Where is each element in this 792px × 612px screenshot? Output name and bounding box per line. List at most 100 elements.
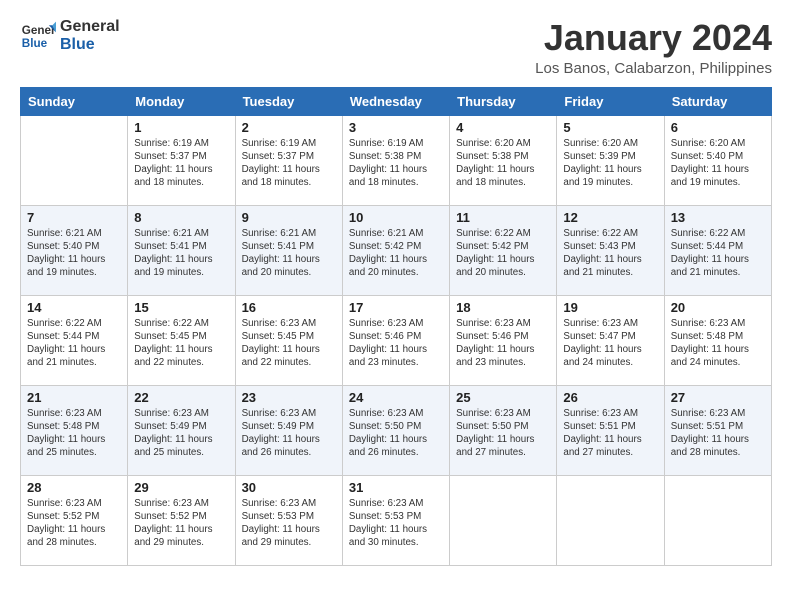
day-number: 26 — [563, 390, 657, 405]
logo-general: General — [60, 18, 120, 36]
location: Los Banos, Calabarzon, Philippines — [535, 60, 772, 77]
day-info: Sunrise: 6:23 AMSunset: 5:51 PMDaylight:… — [563, 407, 657, 460]
title-block: January 2024 Los Banos, Calabarzon, Phil… — [535, 18, 772, 77]
day-number: 15 — [134, 300, 228, 315]
day-info: Sunrise: 6:23 AMSunset: 5:52 PMDaylight:… — [27, 497, 121, 550]
day-cell: 30Sunrise: 6:23 AMSunset: 5:53 PMDayligh… — [235, 475, 342, 565]
day-number: 18 — [456, 300, 550, 315]
day-info: Sunrise: 6:22 AMSunset: 5:44 PMDaylight:… — [671, 227, 765, 280]
day-cell — [664, 475, 771, 565]
day-info: Sunrise: 6:23 AMSunset: 5:53 PMDaylight:… — [242, 497, 336, 550]
day-info: Sunrise: 6:22 AMSunset: 5:42 PMDaylight:… — [456, 227, 550, 280]
day-number: 1 — [134, 120, 228, 135]
logo: General Blue General Blue — [20, 18, 120, 54]
day-info: Sunrise: 6:19 AMSunset: 5:38 PMDaylight:… — [349, 137, 443, 190]
day-cell: 15Sunrise: 6:22 AMSunset: 5:45 PMDayligh… — [128, 295, 235, 385]
day-number: 12 — [563, 210, 657, 225]
svg-text:Blue: Blue — [22, 37, 48, 50]
day-number: 16 — [242, 300, 336, 315]
day-number: 4 — [456, 120, 550, 135]
day-info: Sunrise: 6:21 AMSunset: 5:41 PMDaylight:… — [242, 227, 336, 280]
col-header-friday: Friday — [557, 87, 664, 115]
day-number: 22 — [134, 390, 228, 405]
day-info: Sunrise: 6:22 AMSunset: 5:43 PMDaylight:… — [563, 227, 657, 280]
day-info: Sunrise: 6:20 AMSunset: 5:39 PMDaylight:… — [563, 137, 657, 190]
day-number: 13 — [671, 210, 765, 225]
day-info: Sunrise: 6:23 AMSunset: 5:47 PMDaylight:… — [563, 317, 657, 370]
day-cell: 25 Sunrise: 6:23 AMSunset: 5:50 PMDayligh… — [450, 385, 557, 475]
day-number: 23 — [242, 390, 336, 405]
day-number: 24 — [349, 390, 443, 405]
day-cell: 3 Sunrise: 6:19 AMSunset: 5:38 PMDaylight… — [342, 115, 449, 205]
day-info: Sunrise: 6:23 AMSunset: 5:50 PMDaylight:… — [349, 407, 443, 460]
day-cell: 6 Sunrise: 6:20 AMSunset: 5:40 PMDaylight… — [664, 115, 771, 205]
day-cell: 4 Sunrise: 6:20 AMSunset: 5:38 PMDaylight… — [450, 115, 557, 205]
day-cell — [21, 115, 128, 205]
day-cell: 28 Sunrise: 6:23 AMSunset: 5:52 PMDayligh… — [21, 475, 128, 565]
day-cell: 7 Sunrise: 6:21 AMSunset: 5:40 PMDaylight… — [21, 205, 128, 295]
day-number: 17 — [349, 300, 443, 315]
day-cell: 23 Sunrise: 6:23 AMSunset: 5:49 PMDayligh… — [235, 385, 342, 475]
day-number: 14 — [27, 300, 121, 315]
day-info: Sunrise: 6:23 AMSunset: 5:50 PMDaylight:… — [456, 407, 550, 460]
day-info: Sunrise: 6:20 AMSunset: 5:38 PMDaylight:… — [456, 137, 550, 190]
logo-blue: Blue — [60, 36, 120, 54]
day-info: Sunrise: 6:21 AMSunset: 5:40 PMDaylight:… — [27, 227, 121, 280]
col-header-saturday: Saturday — [664, 87, 771, 115]
day-info: Sunrise: 6:20 AMSunset: 5:40 PMDaylight:… — [671, 137, 765, 190]
col-header-tuesday: Tuesday — [235, 87, 342, 115]
day-number: 31 — [349, 480, 443, 495]
day-number: 27 — [671, 390, 765, 405]
day-cell: 20 Sunrise: 6:23 AMSunset: 5:48 PMDayligh… — [664, 295, 771, 385]
day-info: Sunrise: 6:23 AMSunset: 5:48 PMDaylight:… — [27, 407, 121, 460]
day-number: 11 — [456, 210, 550, 225]
day-info: Sunrise: 6:23 AMSunset: 5:46 PMDaylight:… — [456, 317, 550, 370]
day-number: 25 — [456, 390, 550, 405]
day-number: 7 — [27, 210, 121, 225]
day-cell: 12 Sunrise: 6:22 AMSunset: 5:43 PMDayligh… — [557, 205, 664, 295]
day-info: Sunrise: 6:21 AMSunset: 5:41 PMDaylight:… — [134, 227, 228, 280]
week-row-3: 14Sunrise: 6:22 AMSunset: 5:44 PMDayligh… — [21, 295, 772, 385]
day-number: 3 — [349, 120, 443, 135]
col-header-monday: Monday — [128, 87, 235, 115]
day-number: 29 — [134, 480, 228, 495]
day-number: 6 — [671, 120, 765, 135]
day-info: Sunrise: 6:23 AMSunset: 5:46 PMDaylight:… — [349, 317, 443, 370]
col-header-sunday: Sunday — [21, 87, 128, 115]
day-cell: 5Sunrise: 6:20 AMSunset: 5:39 PMDaylight… — [557, 115, 664, 205]
page: General Blue General Blue January 2024 L… — [0, 0, 792, 612]
day-info: Sunrise: 6:19 AMSunset: 5:37 PMDaylight:… — [242, 137, 336, 190]
calendar-table: SundayMondayTuesdayWednesdayThursdayFrid… — [20, 87, 772, 566]
day-cell: 14Sunrise: 6:22 AMSunset: 5:44 PMDayligh… — [21, 295, 128, 385]
week-row-2: 7 Sunrise: 6:21 AMSunset: 5:40 PMDaylight… — [21, 205, 772, 295]
col-header-wednesday: Wednesday — [342, 87, 449, 115]
day-info: Sunrise: 6:23 AMSunset: 5:48 PMDaylight:… — [671, 317, 765, 370]
day-number: 10 — [349, 210, 443, 225]
logo-icon: General Blue — [20, 18, 56, 54]
day-number: 2 — [242, 120, 336, 135]
day-info: Sunrise: 6:21 AMSunset: 5:42 PMDaylight:… — [349, 227, 443, 280]
day-cell: 18 Sunrise: 6:23 AMSunset: 5:46 PMDayligh… — [450, 295, 557, 385]
day-number: 8 — [134, 210, 228, 225]
day-cell: 27Sunrise: 6:23 AMSunset: 5:51 PMDayligh… — [664, 385, 771, 475]
day-number: 28 — [27, 480, 121, 495]
day-number: 20 — [671, 300, 765, 315]
week-row-5: 28 Sunrise: 6:23 AMSunset: 5:52 PMDayligh… — [21, 475, 772, 565]
day-number: 9 — [242, 210, 336, 225]
day-cell: 8 Sunrise: 6:21 AMSunset: 5:41 PMDaylight… — [128, 205, 235, 295]
day-cell — [450, 475, 557, 565]
day-info: Sunrise: 6:23 AMSunset: 5:45 PMDaylight:… — [242, 317, 336, 370]
day-number: 21 — [27, 390, 121, 405]
day-cell: 22Sunrise: 6:23 AMSunset: 5:49 PMDayligh… — [128, 385, 235, 475]
day-cell: 21 Sunrise: 6:23 AMSunset: 5:48 PMDayligh… — [21, 385, 128, 475]
day-cell: 16 Sunrise: 6:23 AMSunset: 5:45 PMDayligh… — [235, 295, 342, 385]
day-cell: 19Sunrise: 6:23 AMSunset: 5:47 PMDayligh… — [557, 295, 664, 385]
day-cell — [557, 475, 664, 565]
day-info: Sunrise: 6:19 AMSunset: 5:37 PMDaylight:… — [134, 137, 228, 190]
day-cell: 1 Sunrise: 6:19 AMSunset: 5:37 PMDaylight… — [128, 115, 235, 205]
week-row-1: 1 Sunrise: 6:19 AMSunset: 5:37 PMDaylight… — [21, 115, 772, 205]
day-info: Sunrise: 6:23 AMSunset: 5:49 PMDaylight:… — [242, 407, 336, 460]
day-cell: 11 Sunrise: 6:22 AMSunset: 5:42 PMDayligh… — [450, 205, 557, 295]
day-cell: 2 Sunrise: 6:19 AMSunset: 5:37 PMDaylight… — [235, 115, 342, 205]
day-cell: 31Sunrise: 6:23 AMSunset: 5:53 PMDayligh… — [342, 475, 449, 565]
